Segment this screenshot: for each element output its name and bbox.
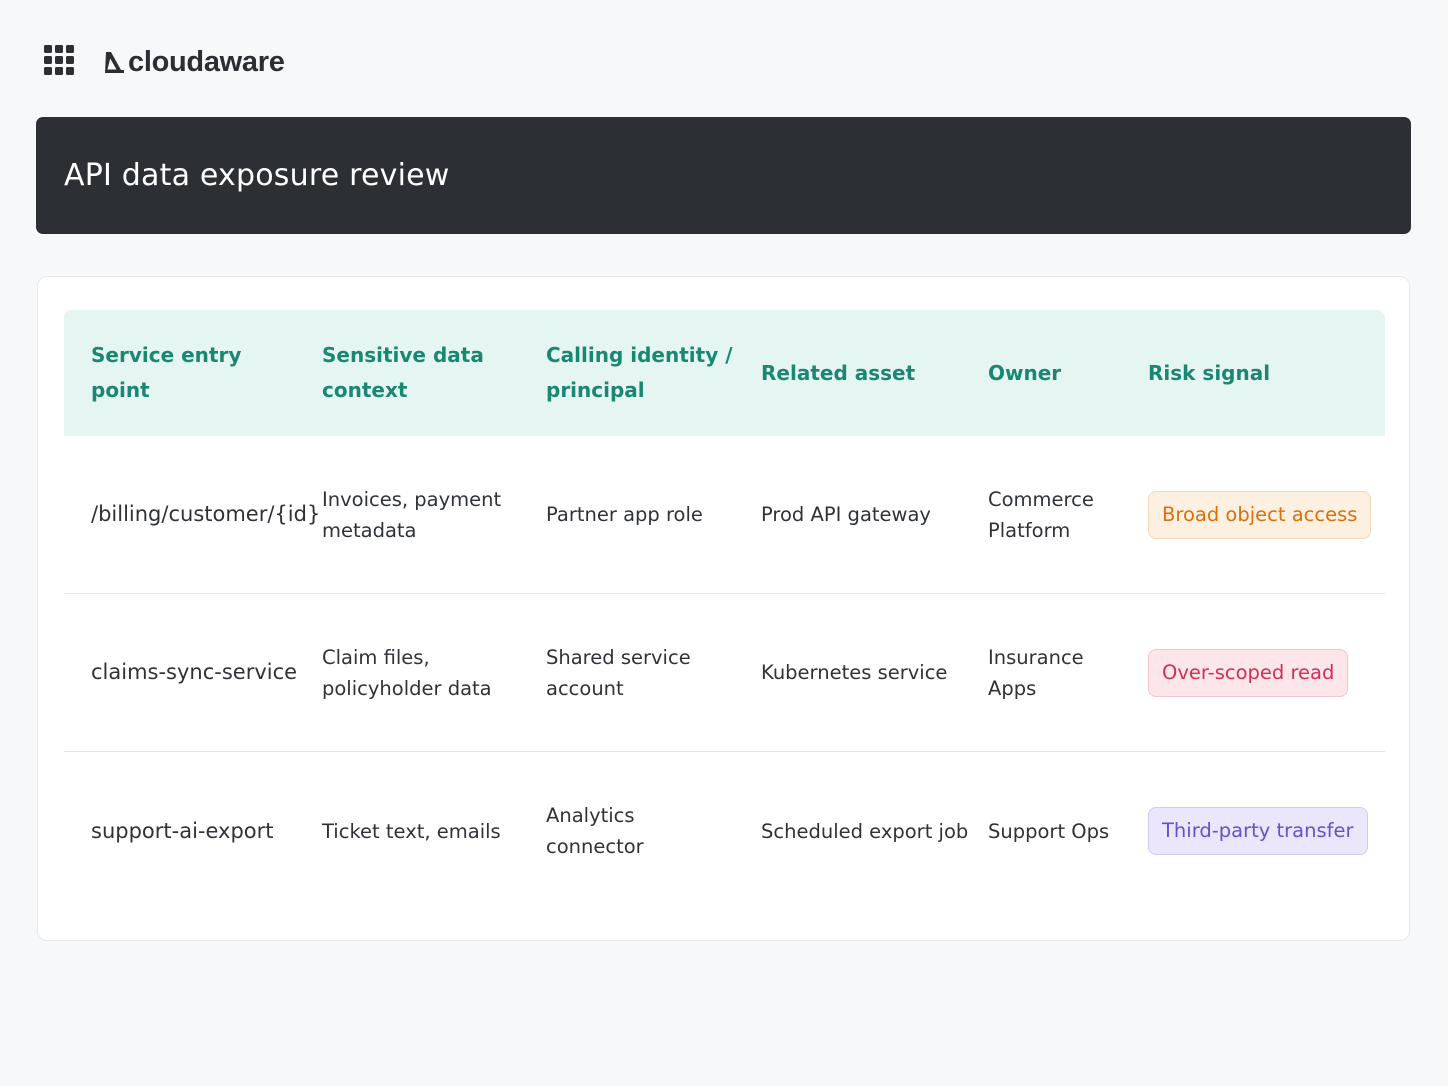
cell-text: Analytics (546, 804, 635, 827)
column-header-calling-identity[interactable]: Calling identity / principal (546, 338, 761, 408)
header-text: Calling identity / (546, 343, 733, 367)
calling-identity-cell: Analytics connector (546, 800, 761, 862)
cell-text: Claim files, (322, 645, 430, 669)
header-text: point (91, 378, 150, 402)
cell-text: account (546, 676, 624, 700)
calling-identity-cell: Partner app role (546, 499, 761, 530)
related-asset-cell: Kubernetes service (761, 661, 948, 684)
service-entry-point-cell: /billing/customer/{id} (91, 502, 321, 526)
risk-signal-cell: Broad object access (1148, 490, 1385, 539)
page-header-banner: API data exposure review (36, 117, 1411, 234)
header-text: context (322, 378, 408, 402)
cell-text: Partner app role (546, 503, 703, 526)
table-row[interactable]: /billing/customer/{id} Invoices, payment… (64, 436, 1385, 594)
cell-text: Invoices, payment (322, 487, 502, 511)
header-text: Sensitive data (322, 343, 484, 367)
owner-cell: Insurance Apps (988, 642, 1148, 704)
owner-cell: Commerce Platform (988, 484, 1148, 546)
cell-text: Support Ops (988, 819, 1110, 843)
column-header-sensitive-data-context[interactable]: Sensitive data context (322, 338, 546, 408)
table-header-row: Service entry point Sensitive data conte… (64, 310, 1385, 436)
column-header-risk-signal[interactable]: Risk signal (1148, 356, 1385, 391)
sensitive-data-cell: Ticket text, emails (322, 816, 546, 847)
owner-cell: Support Ops (988, 816, 1148, 847)
table-row[interactable]: claims-sync-service Claim files, policyh… (64, 594, 1385, 752)
risk-signal-badge[interactable]: Over-scoped read (1148, 648, 1349, 697)
header-text: Related asset (761, 360, 916, 385)
header-text: principal (546, 378, 645, 402)
cell-text: connector (546, 835, 644, 858)
cell-text: Commerce (988, 487, 1094, 511)
service-entry-point-cell: claims-sync-service (91, 660, 298, 684)
service-entry-point-cell: support-ai-export (91, 818, 274, 843)
cell-text: metadata (322, 518, 417, 542)
brand-logo[interactable]: cloudaware (102, 40, 285, 84)
table-row[interactable]: support-ai-export Ticket text, emails An… (64, 752, 1385, 910)
header-text: Risk signal (1148, 360, 1271, 385)
exposure-table: Service entry point Sensitive data conte… (64, 310, 1385, 910)
header-text: Owner (988, 360, 1062, 385)
risk-signal-badge[interactable]: Broad object access (1148, 490, 1372, 539)
top-bar: cloudaware (0, 0, 1448, 117)
column-header-related-asset[interactable]: Related asset (761, 356, 988, 391)
risk-signal-cell: Over-scoped read (1148, 648, 1385, 697)
cell-text: Apps (988, 676, 1037, 700)
exposure-table-card: Service entry point Sensitive data conte… (37, 276, 1410, 941)
calling-identity-cell: Shared service account (546, 642, 761, 704)
app-launcher-grid-icon[interactable] (44, 45, 74, 75)
column-header-service-entry-point[interactable]: Service entry point (64, 338, 322, 408)
page-title: API data exposure review (64, 158, 450, 193)
related-asset-cell: Scheduled export job (761, 819, 969, 843)
cell-text: Insurance (988, 645, 1084, 669)
risk-signal-cell: Third-party transfer (1148, 807, 1385, 855)
risk-signal-badge[interactable]: Third-party transfer (1148, 807, 1368, 855)
related-asset-cell: Prod API gateway (761, 503, 931, 526)
header-text: Service entry (91, 343, 242, 367)
sensitive-data-cell: Claim files, policyholder data (322, 642, 546, 704)
cell-text: Platform (988, 518, 1071, 542)
cell-text: Ticket text, emails (322, 819, 501, 843)
column-header-owner[interactable]: Owner (988, 356, 1148, 391)
brand-name: cloudaware (128, 45, 285, 78)
cell-text: policyholder data (322, 676, 492, 700)
cell-text: Shared service (546, 645, 691, 669)
cloudaware-logo-icon (105, 52, 124, 73)
sensitive-data-cell: Invoices, payment metadata (322, 484, 546, 546)
